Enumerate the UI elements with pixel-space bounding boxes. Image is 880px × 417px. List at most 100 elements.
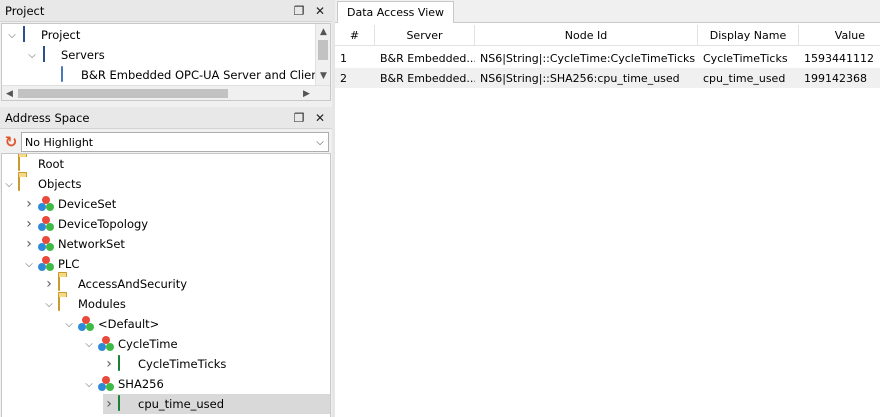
address-space-tree[interactable]: › cpu_time_used ⌵ SHA256 › CycleTimeTicks ⌵ Cyc…	[1, 153, 331, 417]
tab-data-access-view[interactable]: Data Access View	[337, 1, 455, 23]
tree-item-label: cpu_time_used	[138, 397, 225, 411]
table-row[interactable]: 2 B&R Embedded... NS6|String|::SHA256:cpu_…	[335, 68, 880, 88]
object-icon	[78, 316, 94, 332]
chevron-down-icon[interactable]: ⌵	[43, 294, 55, 314]
tree-item-label: B&R Embedded OPC-UA Server and Client	[81, 68, 324, 82]
cell-value: 199142368	[804, 71, 867, 85]
tree-item-label: NetworkSet	[58, 237, 125, 251]
refresh-icon[interactable]: ↻	[1, 132, 21, 152]
tree-item[interactable]: › AccessAndSecurity	[43, 274, 187, 294]
tree-item[interactable]: › CycleTimeTicks	[103, 354, 226, 374]
chevron-right-icon[interactable]: ›	[23, 214, 35, 234]
tree-item-label: Modules	[78, 297, 126, 311]
tree-item[interactable]: › NetworkSet	[23, 234, 125, 254]
project-panel-header: Project ❐ ✕	[0, 0, 332, 22]
scroll-down-icon[interactable]: ▼	[316, 68, 330, 83]
variable-icon	[118, 395, 134, 412]
tree-item-label: Objects	[38, 177, 82, 191]
close-icon[interactable]: ✕	[311, 109, 329, 127]
scroll-thumb[interactable]	[318, 40, 328, 60]
tree-item-label: Servers	[61, 48, 105, 62]
scroll-thumb[interactable]	[18, 89, 228, 98]
tree-item[interactable]: ⌵ CycleTime	[83, 334, 178, 354]
folder-icon	[18, 175, 34, 192]
folder-icon	[18, 155, 34, 172]
tab-bar: Data Access View	[335, 0, 880, 23]
document-icon	[21, 26, 37, 43]
project-tree-hscrollbar[interactable]: ◀ ▶	[2, 85, 330, 100]
tree-item-label: PLC	[58, 257, 80, 271]
object-icon	[38, 216, 54, 232]
column-header-display-name[interactable]: Display Name	[698, 25, 799, 45]
chevron-down-icon[interactable]: ⌵	[312, 137, 328, 148]
tree-item-label: DeviceTopology	[58, 217, 149, 231]
tree-item[interactable]: › DeviceTopology	[23, 214, 148, 234]
table-row[interactable]: 1 B&R Embedded... NS6|String|::CycleTime:C…	[335, 48, 880, 68]
project-tree[interactable]: B&R Embedded OPC-UA Server and Client ⌵ Se…	[1, 23, 331, 101]
cell-display-name: cpu_time_used	[703, 71, 786, 85]
tree-item[interactable]: ⌵ Modules	[43, 294, 126, 314]
cell-display-name: CycleTimeTicks	[703, 51, 788, 65]
tree-item[interactable]: ⌵ Project	[6, 25, 80, 45]
chevron-down-icon[interactable]: ⌵	[63, 314, 75, 334]
tree-item[interactable]: Root	[3, 154, 64, 174]
chevron-down-icon[interactable]: ⌵	[83, 334, 95, 354]
tree-item-label: CycleTimeTicks	[138, 357, 227, 371]
scroll-right-icon[interactable]: ▶	[299, 86, 314, 100]
address-space-panel-title: Address Space	[5, 110, 90, 125]
tree-item-label: Project	[41, 28, 81, 42]
tree-item[interactable]: ⌵ SHA256	[83, 374, 164, 394]
chevron-down-icon[interactable]: ⌵	[83, 374, 95, 394]
tree-item[interactable]: ⌵ PLC	[23, 254, 79, 274]
left-dock: Project ❐ ✕ B&R Embedded OPC-UA Server a…	[0, 0, 332, 417]
address-space-panel-header: Address Space ❐ ✕	[0, 107, 332, 129]
chevron-down-icon[interactable]: ⌵	[6, 25, 18, 45]
server-icon	[61, 66, 77, 83]
restore-icon[interactable]: ❐	[290, 109, 308, 127]
cell-node-id: NS6|String|::CycleTime:CycleTimeTicks	[480, 51, 696, 65]
object-icon	[98, 376, 114, 392]
data-access-grid[interactable]: # Server Node Id Display Name Value 1 B&R…	[335, 23, 880, 417]
object-icon	[98, 336, 114, 352]
chevron-down-icon[interactable]: ⌵	[23, 254, 35, 274]
chevron-right-icon[interactable]: ›	[103, 394, 115, 414]
project-tree-vscrollbar[interactable]: ▲ ▼	[315, 24, 330, 85]
column-header-server[interactable]: Server	[375, 25, 475, 45]
folder-icon	[58, 295, 74, 312]
tree-item[interactable]: ⌵ Servers	[26, 45, 105, 65]
chevron-down-icon[interactable]: ⌵	[26, 45, 38, 65]
restore-icon[interactable]: ❐	[290, 2, 308, 20]
chevron-down-icon[interactable]: ⌵	[3, 174, 15, 194]
column-header-node-id[interactable]: Node Id	[475, 25, 698, 45]
folder-icon	[58, 275, 74, 292]
chevron-right-icon[interactable]: ›	[23, 194, 35, 214]
highlight-select[interactable]: No Highlight ⌵	[21, 132, 329, 152]
highlight-toolbar: ↻ No Highlight ⌵	[1, 131, 331, 153]
column-header-number[interactable]: #	[335, 25, 375, 45]
close-icon[interactable]: ✕	[311, 2, 329, 20]
cell-number: 1	[340, 51, 347, 65]
tree-item[interactable]: › DeviceSet	[23, 194, 116, 214]
data-access-view: Data Access View # Server Node Id Displa…	[335, 0, 880, 417]
document-icon	[41, 46, 57, 63]
grid-header: # Server Node Id Display Name Value	[335, 25, 880, 46]
object-icon	[38, 236, 54, 252]
highlight-select-value: No Highlight	[25, 135, 94, 149]
tree-item-label: Root	[38, 157, 65, 171]
app-window: Project ❐ ✕ B&R Embedded OPC-UA Server a…	[0, 0, 880, 417]
tree-item[interactable]: ⌵ Objects	[3, 174, 81, 194]
chevron-right-icon[interactable]: ›	[103, 354, 115, 374]
scroll-left-icon[interactable]: ◀	[2, 86, 17, 100]
object-icon	[38, 256, 54, 272]
scroll-up-icon[interactable]: ▲	[316, 24, 330, 39]
chevron-right-icon[interactable]: ›	[43, 274, 55, 294]
column-header-value[interactable]: Value	[799, 25, 880, 45]
tree-item-label: <Default>	[98, 317, 160, 331]
chevron-right-icon[interactable]: ›	[23, 234, 35, 254]
tree-item[interactable]: › cpu_time_used	[103, 394, 330, 414]
variable-icon	[118, 355, 134, 372]
tree-item[interactable]: ⌵ <Default>	[63, 314, 159, 334]
project-panel-title: Project	[5, 3, 45, 18]
tree-item[interactable]: B&R Embedded OPC-UA Server and Client	[46, 65, 323, 85]
